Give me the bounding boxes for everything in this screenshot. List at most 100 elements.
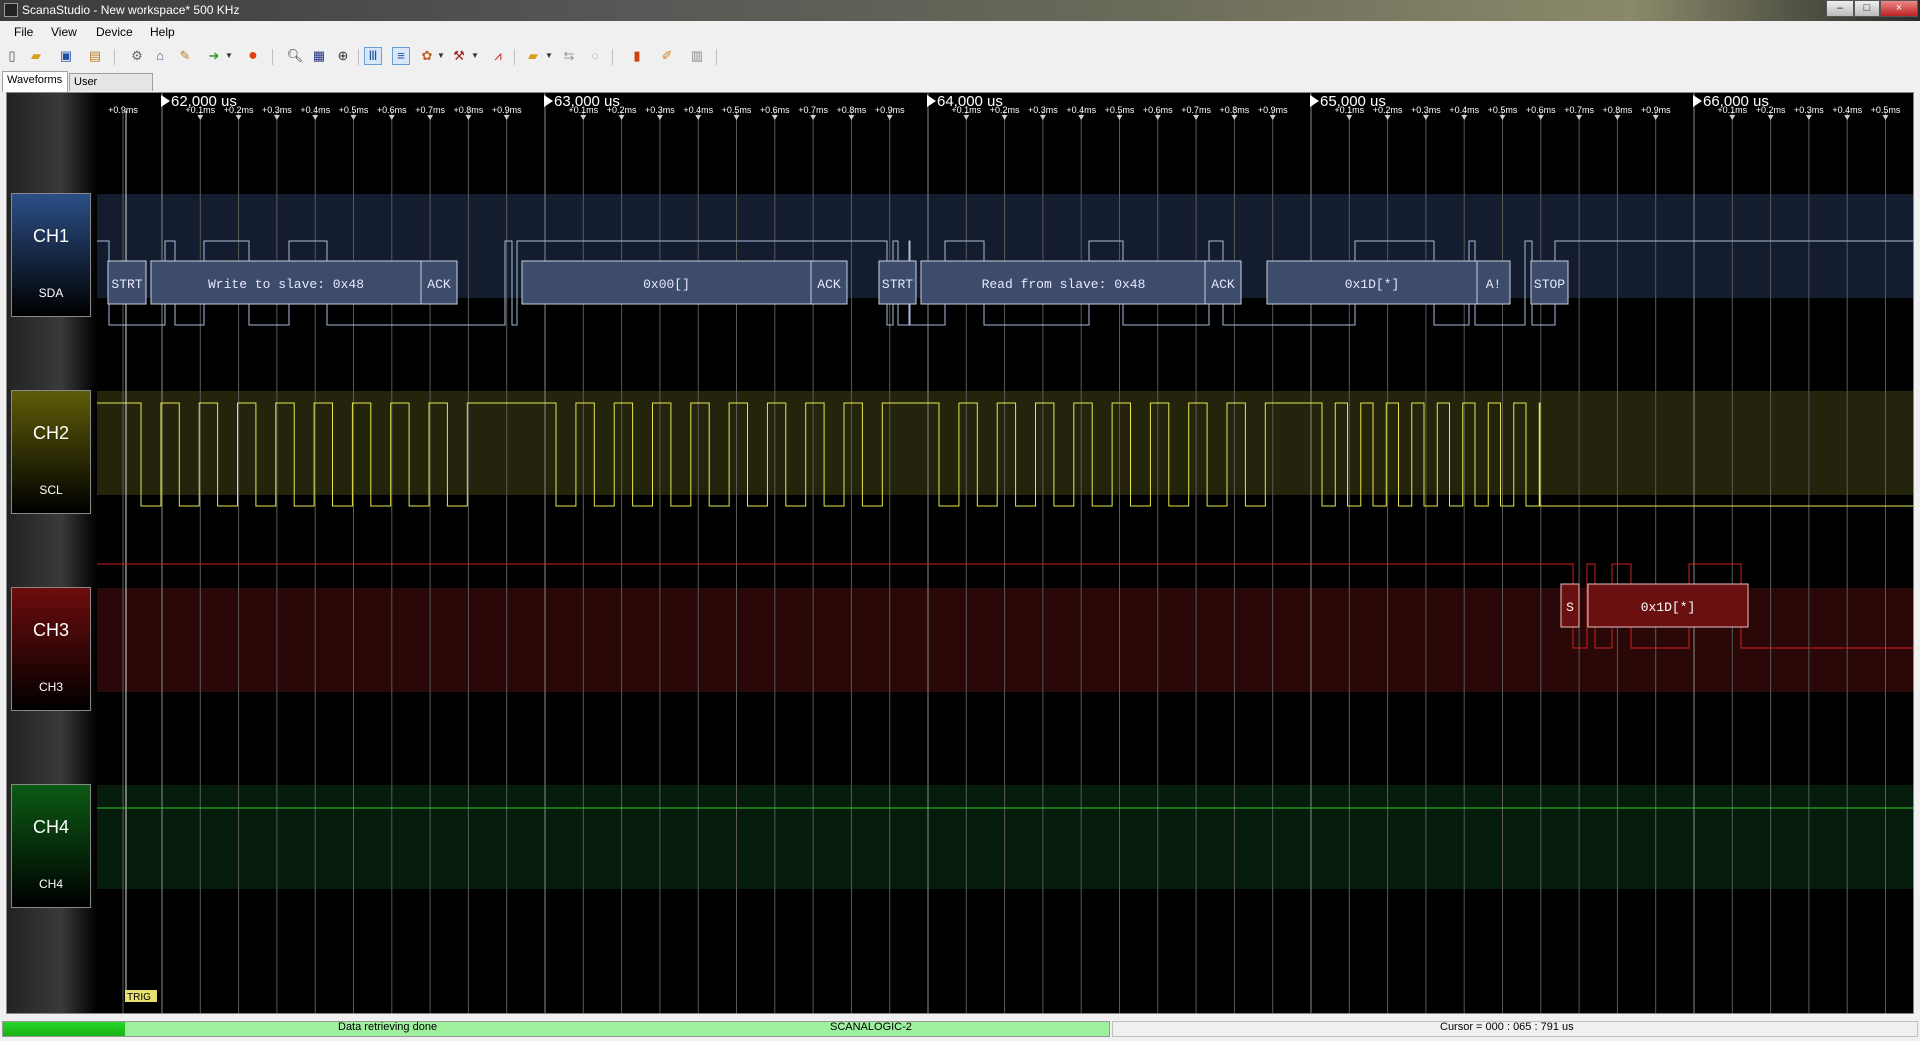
trash-icon[interactable]: ▥ xyxy=(688,47,706,65)
tick-marker xyxy=(1537,115,1544,120)
maximize-button[interactable]: □ xyxy=(1854,0,1880,17)
tick-marker xyxy=(695,115,702,120)
timeline-minor-label: +0.6ms xyxy=(760,105,790,115)
window-title: ScanaStudio - New workspace* 500 KHz xyxy=(22,3,240,17)
menu-view[interactable]: View xyxy=(51,25,77,39)
tick-marker xyxy=(1078,115,1085,120)
timeline-minor-label: +0.6ms xyxy=(1143,105,1173,115)
timeline-minor-label: +0.2ms xyxy=(224,105,254,115)
timeline-minor-label: +0.1ms xyxy=(1717,105,1747,115)
tick-marker xyxy=(388,115,395,120)
timeline-minor-label: +0.9ms xyxy=(492,105,522,115)
pen-tool-icon[interactable]: ✎ xyxy=(176,47,194,65)
view-tabs: Waveforms User comments xyxy=(0,71,1920,104)
tick-marker xyxy=(963,115,970,120)
tick-marker xyxy=(1882,115,1889,120)
list-view-icon[interactable]: ≡ xyxy=(392,47,410,65)
timeline-minor-label: +0.4ms xyxy=(1449,105,1479,115)
record-icon[interactable]: ● xyxy=(244,47,262,65)
trigger-label: TRIG xyxy=(127,992,151,1003)
tick-marker xyxy=(618,115,625,120)
menu-file[interactable]: File xyxy=(14,25,33,39)
tick-marker xyxy=(1193,115,1200,120)
status-bar: Data retrieving done SCANALOGIC-2 Cursor… xyxy=(0,1018,1920,1041)
eraser-icon[interactable]: ✐ xyxy=(658,47,676,65)
tick-marker xyxy=(197,115,204,120)
timeline-minor-label: +0.9ms xyxy=(1641,105,1671,115)
decoded-label-ch1: 0x00[] xyxy=(643,277,690,292)
open-file-dropdown-arrow-icon[interactable]: ▼ xyxy=(540,47,558,65)
timeline-minor-label: +0.1ms xyxy=(568,105,598,115)
new-file-icon[interactable]: ▯ xyxy=(3,47,21,65)
clear-icon[interactable]: ○ xyxy=(586,47,604,65)
decoded-label-ch1: 0x1D[*] xyxy=(1345,277,1400,292)
tick-marker xyxy=(1576,115,1583,120)
timeline-minor-label: +0.2ms xyxy=(1756,105,1786,115)
timeline-minor-label: +0.4ms xyxy=(683,105,713,115)
tick-marker xyxy=(1346,115,1353,120)
toolbar-separator xyxy=(514,49,515,65)
timeline-minor-label: +0.3ms xyxy=(1794,105,1824,115)
timeline-minor-label: +0.4ms xyxy=(1832,105,1862,115)
timeline-marker xyxy=(927,95,936,107)
device-settings-icon[interactable]: ⚙ xyxy=(128,47,146,65)
plugin-dropdown-icon[interactable]: ▼ xyxy=(466,47,484,65)
zoom-in-icon[interactable]: ⊕ xyxy=(334,47,352,65)
toolbar: ▯ ▰ ▣ ▤ ⚙ ⌂ ✎ ➜ ▼ ● 🔍︎ ▦ ⊕ Ⅲ ≡ ✿ ▼ ⚒ ▼ ⩘… xyxy=(0,43,1920,71)
bookmark-icon[interactable]: ▮ xyxy=(628,47,646,65)
tick-marker xyxy=(1805,115,1812,120)
timeline-minor-label: +0.2ms xyxy=(1373,105,1403,115)
tick-marker xyxy=(1844,115,1851,120)
device-name: SCANALOGIC-2 xyxy=(830,1021,912,1033)
decoded-label-ch1: ACK xyxy=(1211,277,1235,292)
palette-dropdown-icon[interactable]: ▼ xyxy=(432,47,450,65)
save-as-icon[interactable]: ▤ xyxy=(86,47,104,65)
tick-marker xyxy=(1499,115,1506,120)
zoom-fit-icon[interactable]: ▦ xyxy=(310,47,328,65)
waveform-analyze-icon[interactable]: ⩘ xyxy=(489,47,507,65)
close-button[interactable]: × xyxy=(1880,0,1918,17)
tick-marker xyxy=(656,115,663,120)
scan-icon[interactable]: ⌂ xyxy=(151,47,169,65)
timeline-minor-label: +0.5ms xyxy=(1105,105,1135,115)
minimize-button[interactable]: – xyxy=(1826,0,1854,17)
cursor-readout: Cursor = 000 : 065 : 791 us xyxy=(1440,1021,1574,1033)
timeline-minor-label: +0.9ms xyxy=(1258,105,1288,115)
open-folder-icon[interactable]: ▰ xyxy=(27,47,45,65)
decoded-label-ch1: STRT xyxy=(111,277,142,292)
decoded-label-ch1: Read from slave: 0x48 xyxy=(982,277,1146,292)
timeline-minor-label: +0.3ms xyxy=(1411,105,1441,115)
timeline-minor-label: +0.9ms xyxy=(875,105,905,115)
waveform-panel[interactable]: CH1 SDA CH2 SCL CH3 CH3 CH4 CH4 62,000 u… xyxy=(6,92,1914,1014)
tick-marker xyxy=(1422,115,1429,120)
timeline-minor-label: +0.5ms xyxy=(339,105,369,115)
run-dropdown-icon[interactable]: ▼ xyxy=(220,47,238,65)
waveform-canvas[interactable]: 62,000 us+0.1ms +0.2ms +0.3ms +0.4ms +0.5ms +… xyxy=(7,93,1913,1013)
grid-columns-icon[interactable]: Ⅲ xyxy=(364,47,382,65)
zoom-out-icon[interactable]: 🔍︎ xyxy=(286,47,304,65)
menu-help[interactable]: Help xyxy=(150,25,175,39)
timeline-minor-label: +0.3ms xyxy=(262,105,292,115)
export-icon[interactable]: ⇆ xyxy=(560,47,578,65)
tab-waveforms[interactable]: Waveforms xyxy=(2,71,68,92)
tick-marker xyxy=(1001,115,1008,120)
tick-marker xyxy=(1269,115,1276,120)
timeline-minor-label: +0.3ms xyxy=(645,105,675,115)
tick-marker xyxy=(1461,115,1468,120)
toolbar-separator xyxy=(612,49,613,65)
status-message: Data retrieving done xyxy=(338,1021,438,1033)
timeline-minor-label: +0.2ms xyxy=(990,105,1020,115)
tab-user-comments[interactable]: User comments xyxy=(69,73,153,104)
timeline-minor-label: +0.5ms xyxy=(722,105,752,115)
tick-marker xyxy=(1039,115,1046,120)
timeline-minor-label: +0.4ms xyxy=(300,105,330,115)
toolbar-separator xyxy=(358,49,359,65)
tick-marker xyxy=(235,115,242,120)
timeline-minor-label: +0.7ms xyxy=(415,105,445,115)
save-icon[interactable]: ▣ xyxy=(57,47,75,65)
decoded-label-ch1: STRT xyxy=(882,277,913,292)
menu-device[interactable]: Device xyxy=(96,25,133,39)
progress-bar xyxy=(2,1021,1110,1037)
title-bar: ScanaStudio - New workspace* 500 KHz – □… xyxy=(0,0,1920,21)
tick-marker xyxy=(1231,115,1238,120)
